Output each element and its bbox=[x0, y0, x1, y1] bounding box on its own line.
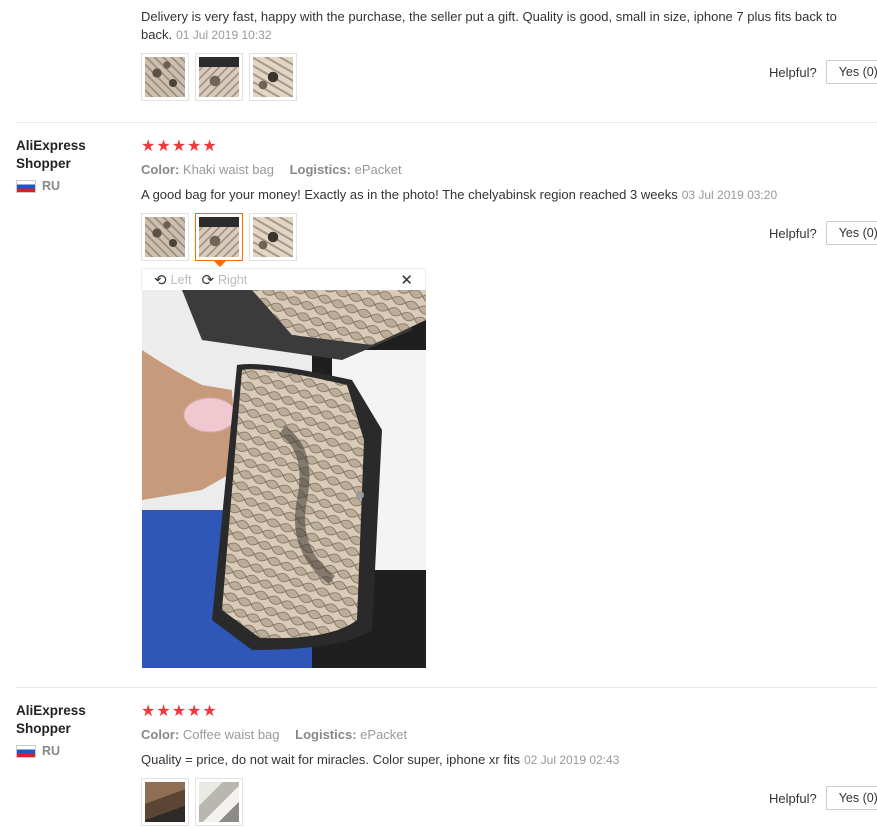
review-divider bbox=[16, 122, 877, 123]
review-photo-thumb-selected[interactable] bbox=[195, 213, 243, 267]
rotate-right-icon: ⟳ bbox=[201, 271, 215, 289]
review-2-photos bbox=[141, 213, 297, 267]
review-photo bbox=[253, 57, 293, 97]
helpful-label: Helpful? bbox=[769, 64, 817, 80]
helpful-yes-button[interactable]: Yes (0) bbox=[825, 221, 877, 245]
reviewer-country: RU bbox=[16, 179, 86, 193]
rotate-right-button[interactable]: ⟳ Right bbox=[201, 271, 247, 289]
review-attributes: Color: Khaki waist bag Logistics: ePacke… bbox=[141, 162, 402, 177]
review-1-text: Delivery is very fast, happy with the pu… bbox=[141, 8, 861, 44]
rotate-right-label: Right bbox=[218, 272, 248, 287]
review-photo bbox=[253, 217, 293, 257]
reviewer-info: AliExpress Shopper RU bbox=[16, 702, 86, 758]
helpful-yes-button[interactable]: Yes (0) bbox=[825, 786, 877, 810]
review-attributes: Color: Coffee waist bag Logistics: ePack… bbox=[141, 727, 408, 742]
review-date: 03 Jul 2019 03:20 bbox=[681, 188, 778, 202]
rating-stars: ★★★★★ bbox=[141, 138, 218, 155]
logistics-value: ePacket bbox=[354, 162, 402, 177]
reviewer-name: AliExpress Shopper bbox=[16, 138, 86, 171]
reviewer-country: RU bbox=[16, 744, 86, 758]
review-photo-thumb[interactable] bbox=[249, 53, 297, 101]
review-photo-large bbox=[142, 290, 426, 668]
review-3-text: Quality = price, do not wait for miracle… bbox=[141, 751, 861, 769]
rotate-left-button[interactable]: ⟲ Left bbox=[154, 271, 191, 289]
photo-viewer-image bbox=[142, 290, 426, 668]
review-photo-thumb[interactable] bbox=[195, 53, 243, 101]
review-divider bbox=[16, 687, 877, 688]
review-photo bbox=[199, 217, 239, 257]
helpful-label: Helpful? bbox=[769, 225, 817, 241]
color-value: Khaki waist bag bbox=[182, 162, 274, 177]
rating-stars: ★★★★★ bbox=[141, 703, 218, 720]
rotate-left-label: Left bbox=[170, 272, 192, 287]
logistics-value: ePacket bbox=[360, 727, 408, 742]
russia-flag-icon bbox=[16, 744, 36, 758]
review-photo-thumb[interactable] bbox=[195, 778, 243, 826]
review-photo-thumb[interactable] bbox=[141, 213, 189, 261]
review-1-photos bbox=[141, 53, 297, 101]
review-date: 02 Jul 2019 02:43 bbox=[523, 753, 620, 767]
reviewer-info: AliExpress Shopper RU bbox=[16, 137, 86, 193]
review-text: A good bag for your money! Exactly as in… bbox=[141, 187, 678, 202]
review-date: 01 Jul 2019 10:32 bbox=[176, 28, 272, 42]
helpful-yes-button[interactable]: Yes (0) bbox=[825, 60, 877, 84]
review-photo bbox=[145, 782, 185, 822]
photo-viewer-toolbar: ⟲ Left ⟳ Right ✕ bbox=[141, 268, 426, 290]
review-photo-thumb[interactable] bbox=[141, 778, 189, 826]
review-photo bbox=[199, 782, 239, 822]
reviewer-name: AliExpress Shopper bbox=[16, 703, 86, 736]
review-3-photos bbox=[141, 778, 243, 826]
review-photo bbox=[145, 217, 185, 257]
review-text: Quality = price, do not wait for miracle… bbox=[141, 752, 520, 767]
helpful-section: Helpful? Yes (0) bbox=[769, 786, 877, 810]
close-icon[interactable]: ✕ bbox=[400, 271, 413, 289]
review-photo bbox=[145, 57, 185, 97]
helpful-section: Helpful? Yes (0) bbox=[769, 221, 877, 245]
rotate-left-icon: ⟲ bbox=[154, 271, 167, 289]
color-value: Coffee waist bag bbox=[182, 727, 280, 742]
helpful-section: Helpful? Yes (0) bbox=[769, 60, 877, 84]
review-2-text: A good bag for your money! Exactly as in… bbox=[141, 186, 861, 204]
review-photo bbox=[199, 57, 239, 97]
review-photo-thumb[interactable] bbox=[141, 53, 189, 101]
review-photo-thumb[interactable] bbox=[249, 213, 297, 261]
russia-flag-icon bbox=[16, 179, 36, 193]
helpful-label: Helpful? bbox=[769, 790, 817, 806]
